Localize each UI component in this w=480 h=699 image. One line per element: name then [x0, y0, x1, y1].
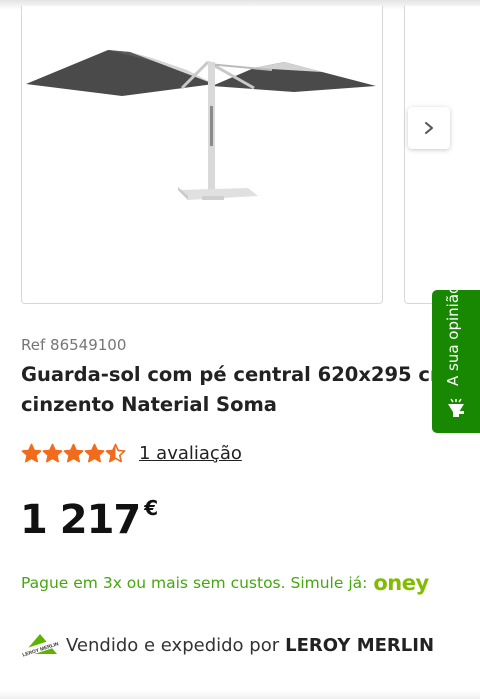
oney-logo[interactable]: oney [373, 571, 429, 595]
product-price: 1 217 € [20, 496, 158, 544]
product-ref: Ref 86549100 [21, 336, 127, 354]
product-image [26, 50, 376, 200]
product-gallery[interactable] [0, 0, 480, 310]
seller-name: LEROY MERLIN [285, 634, 435, 656]
next-image-card[interactable] [404, 6, 480, 304]
rating-stars [21, 443, 126, 464]
product-image-card[interactable] [21, 6, 383, 304]
price-value: 1 217 [20, 497, 141, 543]
leroy-merlin-logo: LEROY MERLIN [21, 634, 59, 658]
gallery-next-button[interactable] [408, 107, 450, 149]
bottom-shadow [0, 690, 480, 699]
megaphone-icon [448, 398, 464, 417]
reviews-link[interactable]: 1 avaliação [139, 443, 242, 464]
financing-text: Pague em 3x ou mais sem custos. Simule j… [21, 574, 368, 592]
feedback-tab[interactable]: A sua opinião [432, 284, 480, 433]
seller-text: Vendido e expedido por [66, 634, 280, 656]
financing-banner[interactable]: Pague em 3x ou mais sem custos. Simule j… [21, 571, 429, 595]
price-currency: € [144, 496, 159, 520]
chevron-right-icon [425, 122, 433, 134]
product-title-line-2: cinzento Naterial Soma [21, 393, 277, 416]
feedback-label: A sua opinião [444, 284, 462, 386]
product-title: Guarda-sol com pé central 620x295 cm cin… [21, 360, 451, 420]
product-rating[interactable]: 1 avaliação [21, 440, 242, 466]
product-title-line-1: Guarda-sol com pé central 620x295 cm [21, 363, 451, 386]
star-icon [105, 443, 126, 462]
star-icon [42, 443, 63, 462]
star-icon [84, 443, 105, 462]
star-icon [63, 443, 84, 462]
star-icon [21, 443, 42, 462]
seller-info: LEROY MERLIN Vendido e expedido por LERO… [21, 632, 434, 658]
